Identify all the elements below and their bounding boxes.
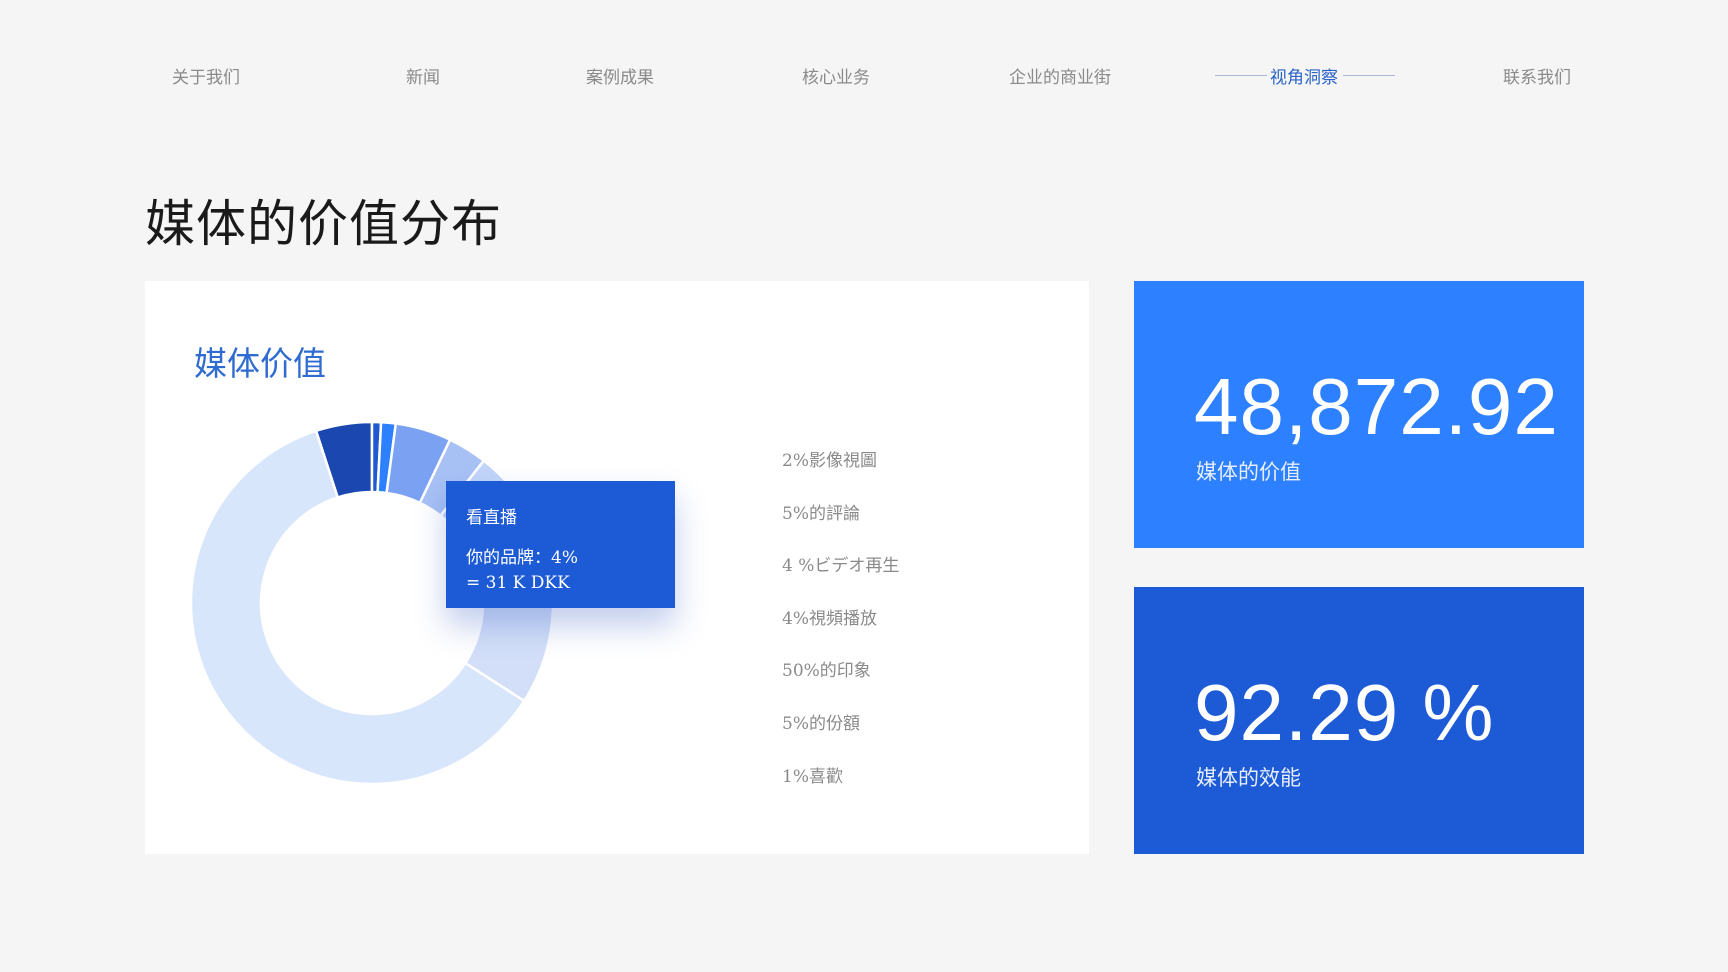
- media-value-chart-card: 媒体价值 2%影像視圖 5%的評論 4 %ビデオ再生 4%視頻播放 50%的印象…: [145, 281, 1089, 854]
- nav-item-about-us[interactable]: 关于我们: [172, 58, 240, 98]
- nav-item-business-street[interactable]: 企业的商业街: [1009, 58, 1111, 98]
- nav-item-core-business[interactable]: 核心业务: [802, 58, 870, 98]
- page-root: 关于我们 新闻 案例成果 核心业务 企业的商业街 视角洞察 联系我们 媒体的价值…: [0, 0, 1728, 972]
- nav-item-case-results[interactable]: 案例成果: [586, 58, 654, 98]
- tooltip-title: 看直播: [466, 508, 517, 528]
- legend-item: 50%的印象: [782, 661, 871, 682]
- legend-item: 1%喜歡: [782, 766, 843, 787]
- kpi-media-value-label: 媒体的价值: [1196, 460, 1301, 484]
- active-nav-line-left: [1215, 75, 1267, 76]
- tooltip-brand-share: 你的品牌：4%: [466, 548, 578, 568]
- kpi-media-efficiency: 92.29 %: [1194, 668, 1495, 757]
- nav-item-news[interactable]: 新闻: [406, 58, 440, 98]
- kpi-media-value-card: 48,872.92 媒体的价值: [1134, 281, 1584, 548]
- kpi-media-efficiency-label: 媒体的效能: [1196, 766, 1301, 790]
- active-nav-line-right: [1343, 75, 1395, 76]
- page-title: 媒体的价值分布: [145, 195, 502, 253]
- legend-item: 5%的評論: [782, 503, 860, 524]
- top-navigation: 关于我们 新闻 案例成果 核心业务 企业的商业街 视角洞察 联系我们: [0, 58, 1728, 98]
- nav-item-contact-us[interactable]: 联系我们: [1503, 58, 1571, 98]
- legend-item: 5%的份額: [782, 713, 860, 734]
- nav-item-insights[interactable]: 视角洞察: [1270, 58, 1338, 98]
- legend-item: 4 %ビデオ再生: [782, 556, 900, 577]
- legend-item: 2%影像視圖: [782, 451, 877, 471]
- chart-legend: 2%影像視圖 5%的評論 4 %ビデオ再生 4%視頻播放 50%的印象 5%的份…: [782, 446, 899, 814]
- kpi-media-value: 48,872.92: [1194, 362, 1559, 451]
- kpi-media-efficiency-card: 92.29 % 媒体的效能: [1134, 587, 1584, 854]
- chart-tooltip: 看直播 你的品牌：4% = 31 K DKK: [446, 481, 675, 608]
- legend-item: 4%視頻播放: [782, 608, 877, 629]
- tooltip-amount: = 31 K DKK: [466, 573, 570, 593]
